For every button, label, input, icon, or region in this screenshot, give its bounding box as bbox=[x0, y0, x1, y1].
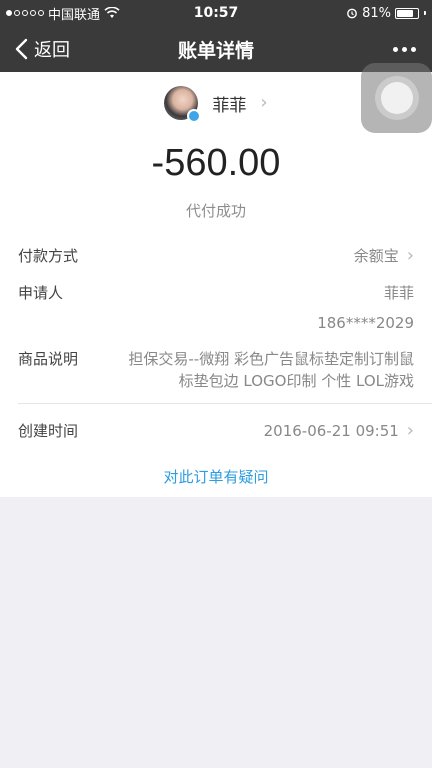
divider bbox=[18, 403, 432, 404]
chevron-right-icon: › bbox=[406, 419, 414, 441]
alarm-icon bbox=[347, 8, 357, 19]
created-time-row[interactable]: 创建时间 2016-06-21 09:51 › bbox=[18, 420, 414, 441]
applicant-name: 菲菲 bbox=[383, 284, 414, 302]
payment-method-label: 付款方式 bbox=[18, 247, 79, 265]
signal-dot bbox=[30, 10, 36, 16]
product-row: 商品说明 担保交易--微翔 彩色广告鼠标垫定制订制鼠标垫包边 LOGO印制 个性… bbox=[18, 348, 414, 392]
battery-fill bbox=[397, 9, 414, 17]
signal-dot bbox=[38, 10, 44, 16]
battery-tip bbox=[424, 11, 426, 15]
back-label: 返回 bbox=[34, 40, 70, 61]
chevron-right-icon: › bbox=[260, 92, 268, 113]
bill-detail-card: 菲菲 › -560.00 代付成功 付款方式 余额宝 › 申请人 菲菲 186*… bbox=[0, 72, 432, 497]
status-left: 中国联通 bbox=[6, 4, 120, 23]
page-title: 账单详情 bbox=[177, 39, 254, 62]
verified-badge-icon bbox=[187, 109, 202, 123]
user-name: 菲菲 bbox=[212, 95, 247, 116]
assistive-touch-button[interactable] bbox=[361, 63, 432, 133]
assistive-touch-core bbox=[380, 82, 413, 114]
assistive-touch-ring bbox=[374, 76, 419, 120]
transaction-status: 代付成功 bbox=[185, 202, 246, 220]
signal-strength-icon bbox=[6, 10, 44, 16]
payment-method-value: 余额宝 bbox=[353, 247, 399, 265]
chevron-right-icon: › bbox=[406, 244, 414, 266]
more-dot bbox=[402, 46, 407, 52]
created-time-value: 2016-06-21 09:51 bbox=[263, 421, 399, 440]
wifi-icon bbox=[104, 7, 120, 18]
created-time-value-wrap: 2016-06-21 09:51 › bbox=[264, 420, 414, 441]
applicant-row: 申请人 菲菲 bbox=[18, 282, 414, 303]
status-bar: 中国联通 10:57 81% bbox=[0, 0, 432, 26]
battery-percent: 81% bbox=[362, 5, 391, 21]
battery-icon bbox=[395, 7, 419, 19]
payment-method-row[interactable]: 付款方式 余额宝 › bbox=[18, 245, 414, 266]
more-dot bbox=[411, 46, 416, 52]
payment-method-value-wrap: 余额宝 › bbox=[354, 245, 414, 266]
signal-dot bbox=[6, 10, 12, 16]
carrier-name: 中国联通 bbox=[48, 7, 101, 23]
status-right: 81% bbox=[346, 6, 426, 21]
amount: -560.00 bbox=[151, 142, 281, 184]
product-description: 担保交易--微翔 彩色广告鼠标垫定制订制鼠标垫包边 LOGO印制 个性 LOL游… bbox=[128, 350, 414, 390]
applicant-phone-row: 186****2029 bbox=[18, 314, 414, 332]
back-button[interactable]: 返回 bbox=[14, 26, 70, 72]
applicant-label: 申请人 bbox=[18, 284, 64, 302]
avatar bbox=[164, 86, 202, 123]
chevron-left-icon bbox=[15, 38, 28, 60]
product-label: 商品说明 bbox=[18, 350, 79, 368]
applicant-phone: 186****2029 bbox=[317, 314, 414, 332]
signal-dot bbox=[14, 10, 20, 16]
created-time-label: 创建时间 bbox=[18, 422, 79, 440]
order-question-link[interactable]: 对此订单有疑问 bbox=[0, 466, 432, 487]
status-time: 10:57 bbox=[193, 5, 239, 21]
more-dot bbox=[393, 46, 398, 52]
signal-dot bbox=[22, 10, 28, 16]
